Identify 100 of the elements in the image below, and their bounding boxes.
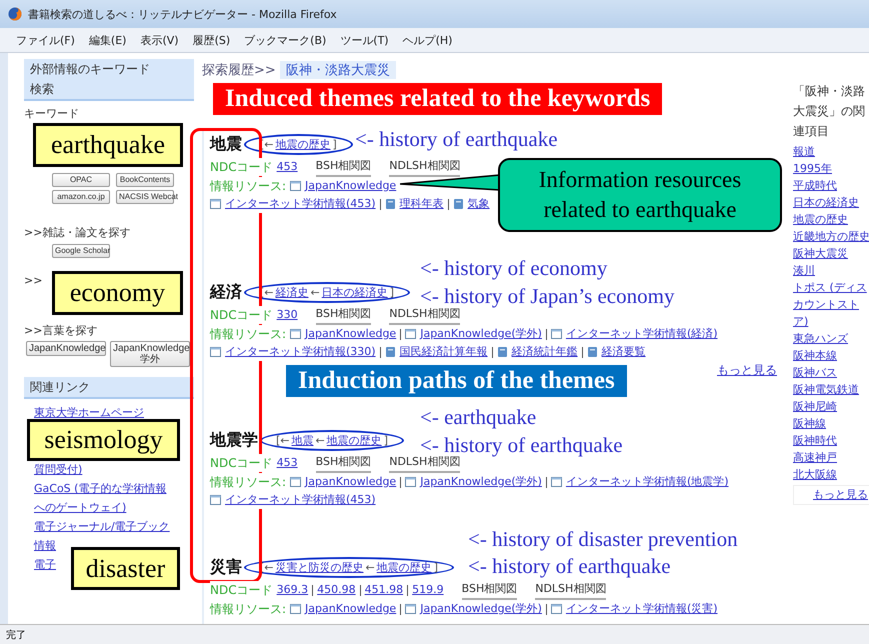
related-link[interactable]: 北大阪線 — [793, 466, 869, 483]
resource-link[interactable]: インターネット学術情報(453) — [225, 195, 376, 213]
search-button[interactable]: JapanKnowledge — [26, 341, 106, 356]
path-text: ] — [434, 560, 438, 574]
breadcrumb-link[interactable]: 阪神・淡路大震災 — [280, 61, 396, 79]
related-link[interactable]: 地震の歴史 — [793, 211, 869, 228]
path-text: ← — [316, 434, 325, 446]
section-label: >>雑誌・論文を探す — [24, 226, 132, 240]
related-link[interactable]: 平成時代 — [793, 177, 869, 194]
ndc-label: NDCコード — [210, 158, 273, 176]
ndc-label: NDCコード — [210, 306, 273, 324]
path-text: ← — [366, 560, 375, 574]
theme-name: 経済 — [210, 282, 242, 302]
menu-item[interactable]: ファイル(F) — [16, 32, 75, 48]
ndc-label: NDCコード — [210, 454, 273, 472]
menu-item[interactable]: 履歴(S) — [192, 32, 230, 48]
path-text: ] — [390, 286, 394, 298]
menu-item[interactable]: 表示(V) — [140, 32, 179, 48]
book-icon — [496, 347, 508, 357]
book-icon — [384, 347, 396, 357]
menu-item[interactable]: 編集(E) — [88, 32, 126, 48]
related-heading: 「阪神・淡路大震災」の関連項目 — [793, 83, 866, 140]
path-link[interactable]: 地震の歴史 — [276, 136, 331, 152]
menu-item[interactable]: ブックマーク(B) — [244, 32, 326, 48]
path-link[interactable]: 地震 — [292, 432, 314, 448]
book-icon — [452, 199, 464, 209]
annotation-note: <- history of earthquake — [468, 555, 671, 577]
window-icon — [210, 495, 221, 505]
path-link[interactable]: 災害と防災の歴史 — [276, 560, 364, 574]
window-icon — [290, 181, 302, 191]
path-text: ] — [332, 138, 337, 150]
resources-label: 情報リソース: — [210, 473, 286, 491]
resource-link[interactable]: インターネット学術情報(330) — [225, 343, 376, 361]
related-link[interactable]: 阪神大震災 — [793, 245, 869, 262]
search-button[interactable]: OPAC — [52, 173, 110, 187]
related-link[interactable]: 1995年 — [793, 160, 869, 177]
annotation-banner: Induction paths of the themes — [286, 365, 627, 397]
path-link[interactable]: 日本の経済史 — [322, 284, 388, 300]
window-icon — [550, 477, 562, 487]
path-link[interactable]: 経済史 — [276, 284, 309, 300]
more-link[interactable]: もっと見る — [717, 361, 777, 379]
annotation-banner: Induced themes related to the keywords — [213, 83, 662, 115]
keyword-box: earthquake — [33, 123, 183, 167]
path-text: [← — [276, 434, 290, 446]
window-icon — [405, 477, 416, 487]
related-link[interactable]: 阪神時代 — [793, 432, 869, 449]
related-link[interactable]: 阪神尼崎 — [793, 398, 869, 415]
resources-label: 情報リソース: — [210, 177, 286, 195]
window-icon — [210, 347, 221, 357]
related-link[interactable]: 高速神戸 — [793, 449, 869, 466]
window-icon — [290, 329, 302, 339]
related-link[interactable]: 阪神本線 — [793, 347, 869, 364]
annotation-note: <- earthquake — [420, 406, 536, 428]
breadcrumb-label: 探索履歴>> — [202, 62, 276, 79]
keyword-label: キーワード — [24, 107, 80, 121]
section-label: >> — [24, 274, 44, 288]
section-label: >>言葉を探す — [24, 324, 98, 338]
related-link[interactable]: トポス (ディスカウントストア) — [793, 279, 869, 330]
search-button[interactable]: amazon.co.jp — [52, 190, 110, 204]
related-link[interactable]: 阪神線 — [793, 415, 869, 432]
callout-bubble: Information resources related to earthquake — [498, 158, 782, 232]
resources-label: 情報リソース: — [210, 325, 286, 343]
related-link[interactable]: 阪神バス — [793, 364, 869, 381]
search-button[interactable]: JapanKnowledge 学外 — [110, 341, 190, 367]
sidebar-link[interactable]: 情報 — [24, 536, 56, 555]
sidebar-link[interactable]: 東京大学ホームページ — [24, 403, 144, 422]
related-link[interactable]: 東急ハンズ — [793, 330, 869, 347]
window-icon — [290, 477, 302, 487]
path-text: ← — [310, 286, 320, 298]
resources-label: 情報リソース: — [210, 600, 286, 618]
menu-item[interactable]: ツール(T) — [340, 32, 389, 48]
theme-name: 災害 — [210, 556, 242, 578]
window-icon — [405, 329, 416, 339]
sidebar-link[interactable]: 電子 — [24, 555, 56, 574]
status-text: 完了 — [6, 628, 26, 642]
sidebar-link[interactable]: 電子ジャーナル/電子ブック — [24, 517, 170, 536]
resource-link[interactable]: インターネット学術情報(453) — [225, 491, 376, 509]
sidebar-link[interactable]: GaCoS (電子的な学術情報へのゲートウェイ) — [24, 479, 174, 517]
sidebar-link[interactable]: 質問受付) — [24, 460, 82, 479]
path-link[interactable]: 地震の歴史 — [376, 560, 432, 574]
related-link[interactable]: 日本の経済史 — [793, 194, 869, 211]
search-button[interactable]: BookContents — [116, 173, 174, 187]
related-link[interactable]: 湊川 — [793, 262, 869, 279]
related-link[interactable]: 阪神電気鉄道 — [793, 381, 869, 398]
related-link[interactable]: 報道 — [793, 143, 869, 160]
keyword-box: economy — [52, 271, 183, 315]
theme-name: 地震 — [210, 134, 242, 154]
annotation-note: <- history of economy — [420, 257, 608, 279]
keyword-box: seismology — [27, 419, 180, 461]
window-icon — [210, 199, 221, 209]
firefox-icon — [8, 7, 22, 21]
search-button[interactable]: Google Scholar — [52, 244, 110, 258]
menu-item[interactable]: ヘルプ(H) — [402, 32, 452, 48]
annotation-note: <- history of earthquake — [355, 128, 558, 150]
annotation-note: <- history of Japan’s economy — [420, 285, 674, 307]
annotation-note: <- history of disaster prevention — [468, 528, 738, 550]
path-link[interactable]: 地震の歴史 — [326, 432, 382, 448]
window-icon — [550, 329, 562, 339]
more-link[interactable]: もっと見る — [793, 485, 869, 505]
window-icon — [550, 604, 562, 614]
